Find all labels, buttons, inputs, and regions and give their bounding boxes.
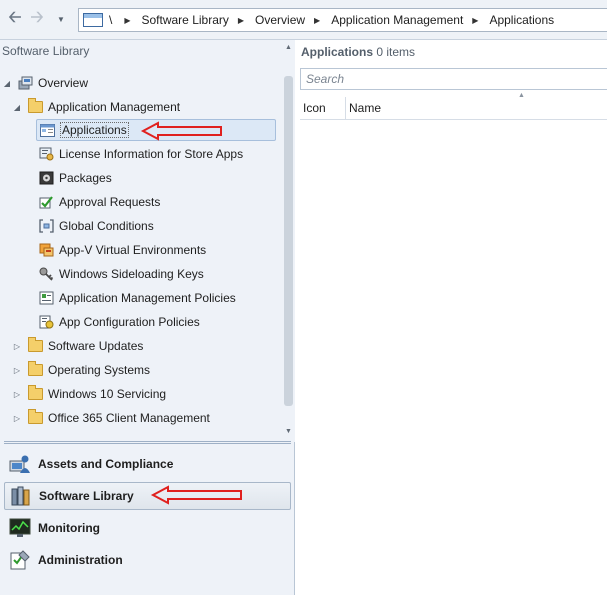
scrollbar-thumb[interactable] xyxy=(284,76,293,406)
tree-item-label: Global Conditions xyxy=(59,219,154,233)
overview-icon xyxy=(18,76,33,90)
breadcrumb-item-software-library[interactable]: Software Library xyxy=(142,13,229,27)
workspace-label: Software Library xyxy=(39,489,134,503)
workspace-label: Monitoring xyxy=(38,521,100,535)
tree-item-label: Application Management Policies xyxy=(59,291,236,305)
software-library-icon xyxy=(10,485,32,507)
breadcrumb-item-applications[interactable]: Applications xyxy=(489,13,554,27)
tree-item-packages[interactable]: Packages xyxy=(39,167,112,189)
column-header-name[interactable]: Name xyxy=(346,97,381,119)
key-icon xyxy=(39,267,54,281)
administration-icon xyxy=(9,549,31,571)
folder-icon xyxy=(28,385,43,400)
tree-item-software-updates[interactable]: ▷ Software Updates xyxy=(12,335,143,357)
tree-item-label: Windows Sideloading Keys xyxy=(59,267,204,281)
breadcrumb-item-application-management[interactable]: Application Management xyxy=(331,13,463,27)
tree-item-label: Office 365 Client Management xyxy=(48,411,210,425)
tree-item-windows-10-servicing[interactable]: ▷ Windows 10 Servicing xyxy=(12,383,166,405)
breadcrumb-separator-icon[interactable]: ▶ xyxy=(314,16,320,25)
workspace-administration[interactable]: Administration xyxy=(4,546,291,574)
workspace-label: Administration xyxy=(38,553,123,567)
conditions-icon xyxy=(39,219,54,233)
license-icon xyxy=(39,147,54,161)
appv-icon xyxy=(39,243,54,257)
tree-item-overview[interactable]: ◢ Overview xyxy=(2,72,88,94)
annotation-arrow-software-library xyxy=(150,485,242,505)
breadcrumb-separator-icon[interactable]: ▶ xyxy=(472,16,478,25)
collapsed-arrow-icon[interactable]: ▷ xyxy=(12,414,22,423)
tree-item-label: Windows 10 Servicing xyxy=(48,387,167,401)
tree-item-label: Approval Requests xyxy=(59,195,161,209)
results-table-header: Icon Name xyxy=(300,97,607,120)
folder-icon xyxy=(28,361,43,376)
tree-item-license-information[interactable]: License Information for Store Apps xyxy=(39,143,243,165)
address-bar: 🡠 🡢 ▼ \ ▶ Software Library ▶ Overview ▶ … xyxy=(0,0,607,40)
navigation-pane-title: Software Library xyxy=(2,44,90,58)
tree-scrollbar[interactable]: ▲ ▼ xyxy=(282,40,295,442)
collapsed-arrow-icon[interactable]: ▷ xyxy=(12,342,22,351)
tree-item-label: Applications xyxy=(60,122,129,138)
tree-item-label: Software Updates xyxy=(48,339,144,353)
monitoring-icon xyxy=(9,517,31,539)
results-title-label: Applications xyxy=(301,45,374,59)
applications-icon xyxy=(40,123,55,137)
workspace-monitoring[interactable]: Monitoring xyxy=(4,514,291,542)
folder-icon xyxy=(28,409,43,424)
breadcrumb[interactable]: \ ▶ Software Library ▶ Overview ▶ Applic… xyxy=(78,8,607,32)
pane-splitter[interactable] xyxy=(4,441,291,444)
tree-item-label: Application Management xyxy=(48,100,181,114)
package-icon xyxy=(39,171,54,185)
tree-item-appv-environments[interactable]: App-V Virtual Environments xyxy=(39,239,206,261)
collapsed-arrow-icon[interactable]: ▷ xyxy=(12,366,22,375)
tree-item-label: App Configuration Policies xyxy=(59,315,200,329)
annotation-arrow-applications xyxy=(140,121,222,141)
tree-item-label: Packages xyxy=(59,171,112,185)
tree-item-application-management[interactable]: ◢ Application Management xyxy=(12,96,180,118)
assets-compliance-icon xyxy=(9,453,31,475)
expanded-arrow-icon[interactable]: ◢ xyxy=(12,103,22,112)
tree-item-label: App-V Virtual Environments xyxy=(59,243,207,257)
chevron-down-icon[interactable]: ▼ xyxy=(54,15,68,24)
breadcrumb-separator-icon[interactable]: ▶ xyxy=(124,16,130,25)
expanded-arrow-icon[interactable]: ◢ xyxy=(2,79,12,88)
tree-item-operating-systems[interactable]: ▷ Operating Systems xyxy=(12,359,150,381)
tree-item-label: Overview xyxy=(38,76,89,90)
console-window-icon xyxy=(83,13,103,27)
tree-item-label: Operating Systems xyxy=(48,363,151,377)
approval-icon xyxy=(39,195,54,209)
tree-item-app-configuration-policies[interactable]: App Configuration Policies xyxy=(39,311,200,333)
workspace-assets-and-compliance[interactable]: Assets and Compliance xyxy=(4,450,291,478)
back-arrow-icon[interactable]: 🡠 xyxy=(4,9,26,31)
results-count: 0 items xyxy=(376,45,416,59)
workspace-software-library[interactable]: Software Library xyxy=(4,482,291,510)
tree-item-office-365-client-management[interactable]: ▷ Office 365 Client Management xyxy=(12,407,210,429)
results-title: Applications 0 items xyxy=(301,45,415,59)
breadcrumb-item-overview[interactable]: Overview xyxy=(255,13,305,27)
tree-item-global-conditions[interactable]: Global Conditions xyxy=(39,215,154,237)
search-input[interactable]: Search xyxy=(300,68,607,90)
tree-item-approval-requests[interactable]: Approval Requests xyxy=(39,191,160,213)
collapsed-arrow-icon[interactable]: ▷ xyxy=(12,390,22,399)
column-header-icon[interactable]: Icon xyxy=(300,97,346,119)
breadcrumb-separator-icon[interactable]: ▶ xyxy=(238,16,244,25)
breadcrumb-item-root[interactable]: \ xyxy=(109,13,112,27)
tree-item-app-management-policies[interactable]: Application Management Policies xyxy=(39,287,236,309)
scroll-down-icon[interactable]: ▼ xyxy=(285,428,292,435)
policy-icon xyxy=(39,291,54,305)
workspace-label: Assets and Compliance xyxy=(38,457,174,471)
folder-icon xyxy=(28,337,43,352)
scroll-up-icon[interactable]: ▲ xyxy=(285,44,292,51)
config-policy-icon xyxy=(39,315,54,329)
folder-icon xyxy=(28,98,43,113)
results-pane: Applications 0 items Search ▲ Icon Name xyxy=(296,40,607,595)
tree-item-label: License Information for Store Apps xyxy=(59,147,244,161)
forward-arrow-icon[interactable]: 🡢 xyxy=(26,9,48,31)
tree-item-sideloading-keys[interactable]: Windows Sideloading Keys xyxy=(39,263,204,285)
